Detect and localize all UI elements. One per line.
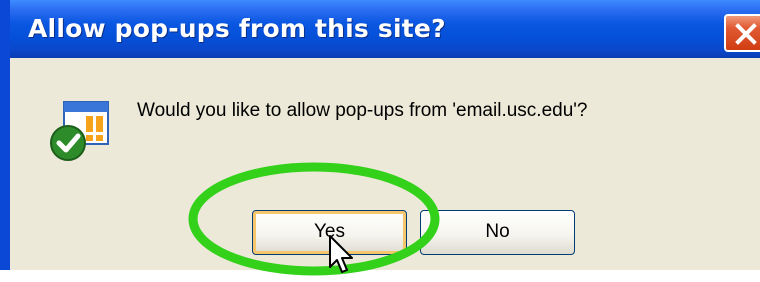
popup-allow-icon	[50, 101, 109, 161]
dialog-title: Allow pop-ups from this site?	[28, 14, 446, 43]
title-bar[interactable]: Allow pop-ups from this site?	[10, 0, 760, 58]
dialog-message: Would you like to allow pop-ups from 'em…	[137, 100, 588, 121]
close-button[interactable]	[724, 14, 760, 52]
no-button[interactable]: No	[420, 210, 575, 255]
highlight-circle	[188, 162, 440, 276]
close-icon	[735, 23, 757, 45]
mouse-pointer-icon	[329, 235, 353, 273]
